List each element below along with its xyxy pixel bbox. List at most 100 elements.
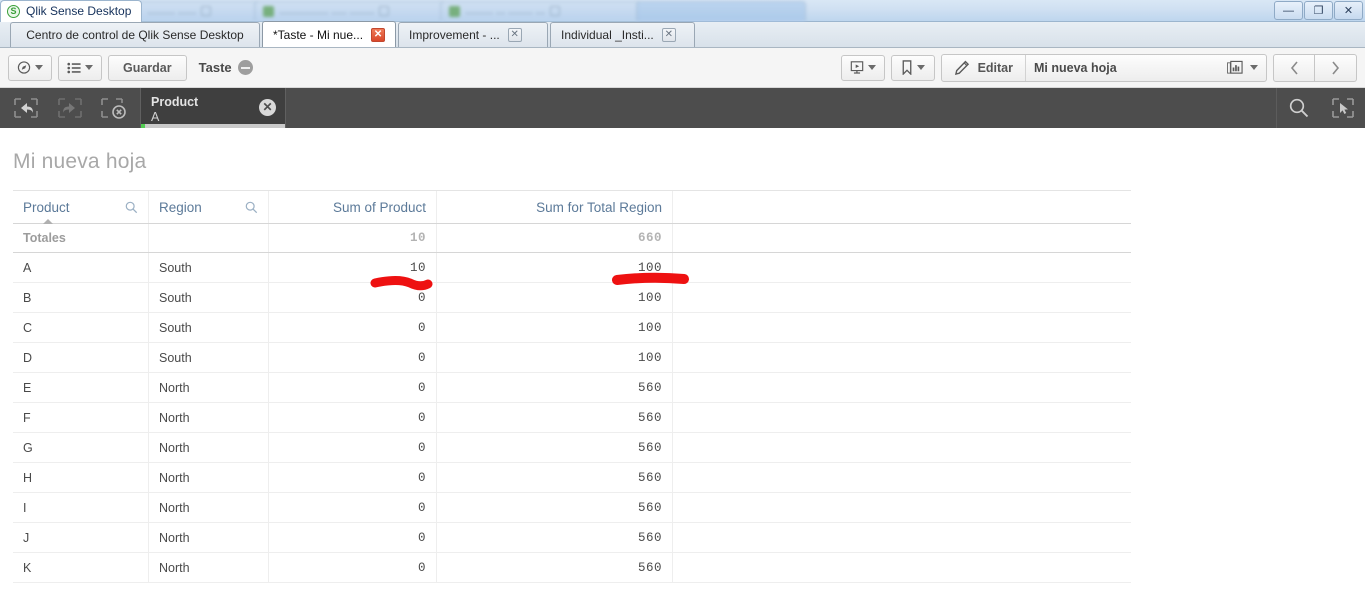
cell-product[interactable]: K (13, 553, 149, 582)
column-header-region[interactable]: Region (149, 191, 269, 223)
cell-sum-of-product: 0 (269, 463, 437, 492)
cell-product[interactable]: A (13, 253, 149, 282)
window-tab-ghost-2[interactable]: ................ ..... ........ (254, 0, 445, 21)
tab-individual-insti[interactable]: Individual _Insti... ✕ (550, 22, 696, 47)
cell-region[interactable]: North (149, 463, 269, 492)
table-row[interactable]: D South 0 100 (13, 343, 1131, 373)
restore-button[interactable]: ❐ (1304, 1, 1333, 20)
sheet-selector[interactable]: Mi nueva hoja (1026, 60, 1266, 75)
close-icon[interactable] (201, 6, 212, 16)
cell-sum-of-product: 0 (269, 523, 437, 552)
cell-sum-for-total-region: 560 (437, 373, 673, 402)
cell-product[interactable]: F (13, 403, 149, 432)
save-button[interactable]: Guardar (108, 54, 187, 81)
selection-chip-product[interactable]: Product A ✕ (140, 88, 286, 128)
cell-region[interactable]: North (149, 373, 269, 402)
close-icon[interactable] (549, 6, 560, 16)
cell-empty (673, 313, 1131, 342)
close-icon[interactable]: ✕ (371, 27, 386, 42)
cell-product[interactable]: H (13, 463, 149, 492)
smart-search-button[interactable] (1277, 88, 1321, 128)
sheets-menu-button[interactable] (58, 54, 102, 81)
table-row[interactable]: B South 0 100 (13, 283, 1131, 313)
table-row[interactable]: H North 0 560 (13, 463, 1131, 493)
clear-all-selections-button[interactable] (92, 88, 136, 128)
sheet-thumbnail-icon (1227, 60, 1243, 74)
cell-sum-for-total-region: 100 (437, 253, 673, 282)
cell-region[interactable]: North (149, 403, 269, 432)
cell-product[interactable]: C (13, 313, 149, 342)
cell-product[interactable]: J (13, 523, 149, 552)
totals-region-cell (149, 224, 269, 252)
cell-region[interactable]: North (149, 553, 269, 582)
step-forward-button[interactable] (48, 88, 92, 128)
cell-sum-of-product: 10 (269, 253, 437, 282)
close-icon[interactable]: ✕ (661, 28, 676, 42)
cell-region[interactable]: South (149, 313, 269, 342)
edit-button[interactable]: Editar (942, 54, 1026, 81)
cell-product[interactable]: E (13, 373, 149, 402)
tab-taste-mi-nueva-hoja[interactable]: *Taste - Mi nue... ✕ (262, 21, 397, 47)
column-header-sum-of-product[interactable]: Sum of Product (269, 191, 437, 223)
tab-centro-de-control[interactable]: Centro de control de Qlik Sense Desktop (10, 22, 260, 47)
chevron-down-icon (916, 65, 925, 70)
table-row[interactable]: A South 10 100 (13, 253, 1131, 283)
cell-product[interactable]: B (13, 283, 149, 312)
table-row[interactable]: F North 0 560 (13, 403, 1131, 433)
app-name: Taste (199, 60, 253, 75)
cell-sum-for-total-region: 560 (437, 403, 673, 432)
chevron-right-icon (1332, 60, 1340, 75)
smart-search-icon (1289, 98, 1309, 118)
column-header-sum-for-total-region[interactable]: Sum for Total Region (437, 191, 673, 223)
minimize-button[interactable]: — (1274, 1, 1303, 20)
table-row[interactable]: K North 0 560 (13, 553, 1131, 583)
table-row[interactable]: E North 0 560 (13, 373, 1131, 403)
table-row[interactable]: C South 0 100 (13, 313, 1131, 343)
table-row[interactable]: G North 0 560 (13, 433, 1131, 463)
tab-bar: Centro de control de Qlik Sense Desktop … (0, 21, 1365, 48)
app-badge-icon (237, 60, 253, 75)
save-label: Guardar (123, 60, 172, 75)
totals-label: Totales (13, 224, 149, 252)
previous-sheet-button[interactable] (1273, 53, 1315, 82)
cell-sum-of-product: 0 (269, 553, 437, 582)
column-header-product[interactable]: Product (13, 191, 149, 224)
window-tab-ghost-1[interactable]: ......... ...... (138, 0, 259, 21)
close-button[interactable]: ✕ (1334, 1, 1363, 20)
cell-empty (673, 283, 1131, 312)
selection-tool-button[interactable] (1321, 88, 1365, 128)
next-sheet-button[interactable] (1315, 53, 1357, 82)
tab-improvement[interactable]: Improvement - ... ✕ (398, 22, 549, 47)
cell-sum-of-product: 0 (269, 493, 437, 522)
bookmarks-button[interactable] (890, 54, 935, 81)
step-back-button[interactable] (4, 88, 48, 128)
window-tab-active[interactable]: Qlik Sense Desktop (0, 0, 143, 22)
cell-region[interactable]: South (149, 253, 269, 282)
selection-tool-icon (1332, 98, 1354, 118)
storytelling-icon (850, 61, 863, 74)
chevron-down-icon (1250, 65, 1258, 70)
table-totals-row: Totales 10 660 (13, 224, 1131, 253)
cell-region[interactable]: South (149, 343, 269, 372)
cell-product[interactable]: D (13, 343, 149, 372)
close-icon[interactable]: ✕ (507, 28, 522, 42)
chevron-down-icon (867, 65, 876, 70)
window-tab-ghost-3[interactable]: ......... ... ........ ... (440, 0, 641, 21)
totals-empty-cell (673, 224, 1131, 252)
table-row[interactable]: I North 0 560 (13, 493, 1131, 523)
table-row[interactable]: J North 0 560 (13, 523, 1131, 553)
cell-sum-of-product: 0 (269, 283, 437, 312)
storytelling-button[interactable] (840, 54, 885, 81)
cell-region[interactable]: North (149, 523, 269, 552)
clear-selection-icon[interactable]: ✕ (259, 99, 276, 116)
cell-product[interactable]: I (13, 493, 149, 522)
cell-empty (673, 553, 1131, 582)
cell-region[interactable]: South (149, 283, 269, 312)
cell-product[interactable]: G (13, 433, 149, 462)
navigation-menu-button[interactable] (8, 54, 52, 81)
close-icon[interactable] (379, 6, 390, 16)
cell-region[interactable]: North (149, 493, 269, 522)
window-tab-ghost-4[interactable] (636, 0, 807, 21)
cell-region[interactable]: North (149, 433, 269, 462)
cell-sum-of-product: 0 (269, 403, 437, 432)
